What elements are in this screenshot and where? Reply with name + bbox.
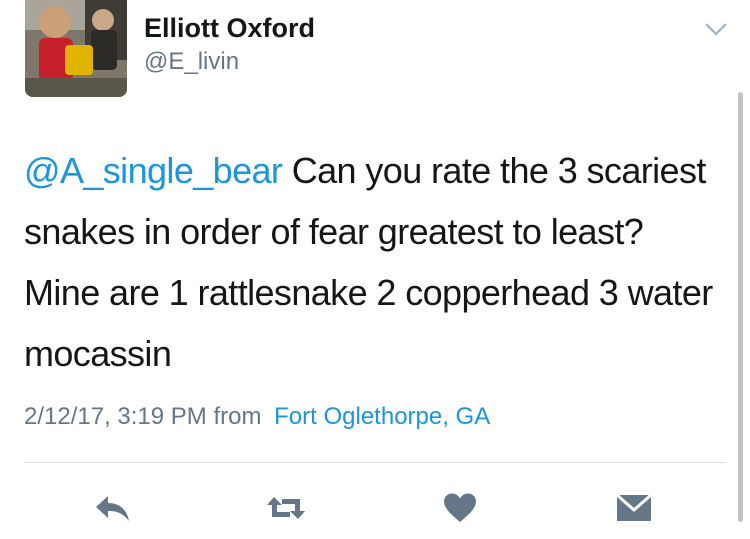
tweet-meta: 2/12/17, 3:19 PM from Fort Oglethorpe, G… — [24, 403, 490, 431]
from-label: from — [213, 403, 262, 430]
reply-icon — [96, 496, 129, 521]
scrollbar[interactable] — [738, 92, 743, 522]
reply-button[interactable] — [91, 488, 135, 528]
divider — [24, 462, 726, 463]
envelope-icon — [616, 493, 652, 521]
author-name[interactable]: Elliott Oxford — [144, 13, 315, 44]
retweet-icon — [267, 497, 305, 519]
heart-icon — [444, 493, 476, 522]
author-handle[interactable]: @E_livin — [144, 48, 239, 76]
tweet-timestamp: 2/12/17, 3:19 PM — [24, 403, 207, 430]
location-link[interactable]: Fort Oglethorpe, GA — [274, 403, 490, 430]
chevron-down-icon[interactable] — [700, 16, 732, 44]
tweet-text: @A_single_bear Can you rate the 3 scarie… — [24, 140, 724, 384]
retweet-button[interactable] — [264, 488, 308, 528]
message-button[interactable] — [612, 488, 656, 528]
avatar[interactable] — [25, 0, 127, 97]
mention-link[interactable]: @A_single_bear — [24, 150, 283, 191]
avatar-photo — [25, 0, 127, 97]
like-button[interactable] — [438, 488, 482, 528]
